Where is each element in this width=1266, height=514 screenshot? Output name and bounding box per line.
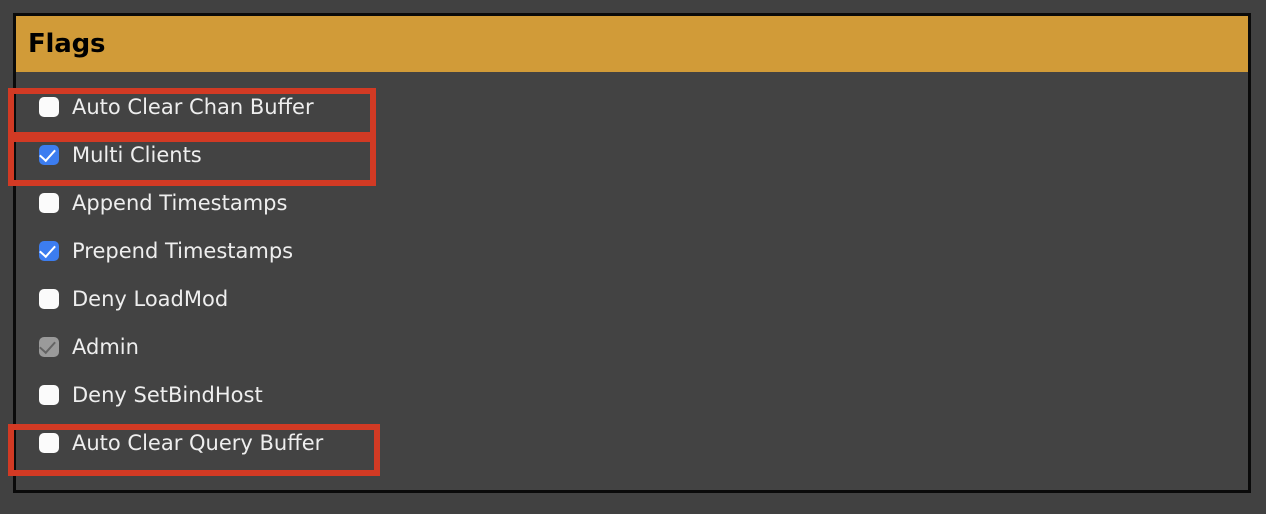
flag-label: Deny SetBindHost xyxy=(72,382,263,407)
page-title: Flags xyxy=(28,29,106,59)
flag-label: Auto Clear Chan Buffer xyxy=(72,94,314,119)
flag-row-multi-clients[interactable]: Multi Clients xyxy=(16,131,1248,179)
flag-label: Auto Clear Query Buffer xyxy=(72,430,324,455)
checkbox-deny-loadmod[interactable] xyxy=(39,289,59,309)
check-icon xyxy=(39,336,56,355)
checkbox-multi-clients[interactable] xyxy=(39,144,59,165)
panel-header: Flags xyxy=(16,16,1248,72)
checkbox-auto-clear-query-buffer[interactable] xyxy=(39,433,59,453)
flag-row-auto-clear-query-buffer[interactable]: Auto Clear Query Buffer xyxy=(16,419,1248,467)
flag-row-admin: Admin xyxy=(16,323,1248,371)
checkbox-admin xyxy=(39,336,59,357)
checkbox-auto-clear-chan-buffer[interactable] xyxy=(39,97,59,117)
flag-label: Admin xyxy=(72,334,139,359)
flag-label: Deny LoadMod xyxy=(72,286,229,311)
flags-list: Auto Clear Chan Buffer Multi Clients App… xyxy=(16,72,1248,467)
flag-row-prepend-timestamps[interactable]: Prepend Timestamps xyxy=(16,227,1248,275)
flag-row-deny-setbindhost[interactable]: Deny SetBindHost xyxy=(16,371,1248,419)
flag-row-deny-loadmod[interactable]: Deny LoadMod xyxy=(16,275,1248,323)
flags-panel: Flags Auto Clear Chan Buffer Multi Clien… xyxy=(13,13,1251,493)
checkbox-append-timestamps[interactable] xyxy=(39,193,59,213)
checkbox-prepend-timestamps[interactable] xyxy=(39,240,59,261)
checkbox-deny-setbindhost[interactable] xyxy=(39,385,59,405)
flag-label: Multi Clients xyxy=(72,142,202,167)
flag-label: Append Timestamps xyxy=(72,190,288,215)
check-icon xyxy=(39,144,56,163)
flag-row-auto-clear-chan-buffer[interactable]: Auto Clear Chan Buffer xyxy=(16,83,1248,131)
flag-row-append-timestamps[interactable]: Append Timestamps xyxy=(16,179,1248,227)
check-icon xyxy=(39,240,56,259)
flag-label: Prepend Timestamps xyxy=(72,238,294,263)
